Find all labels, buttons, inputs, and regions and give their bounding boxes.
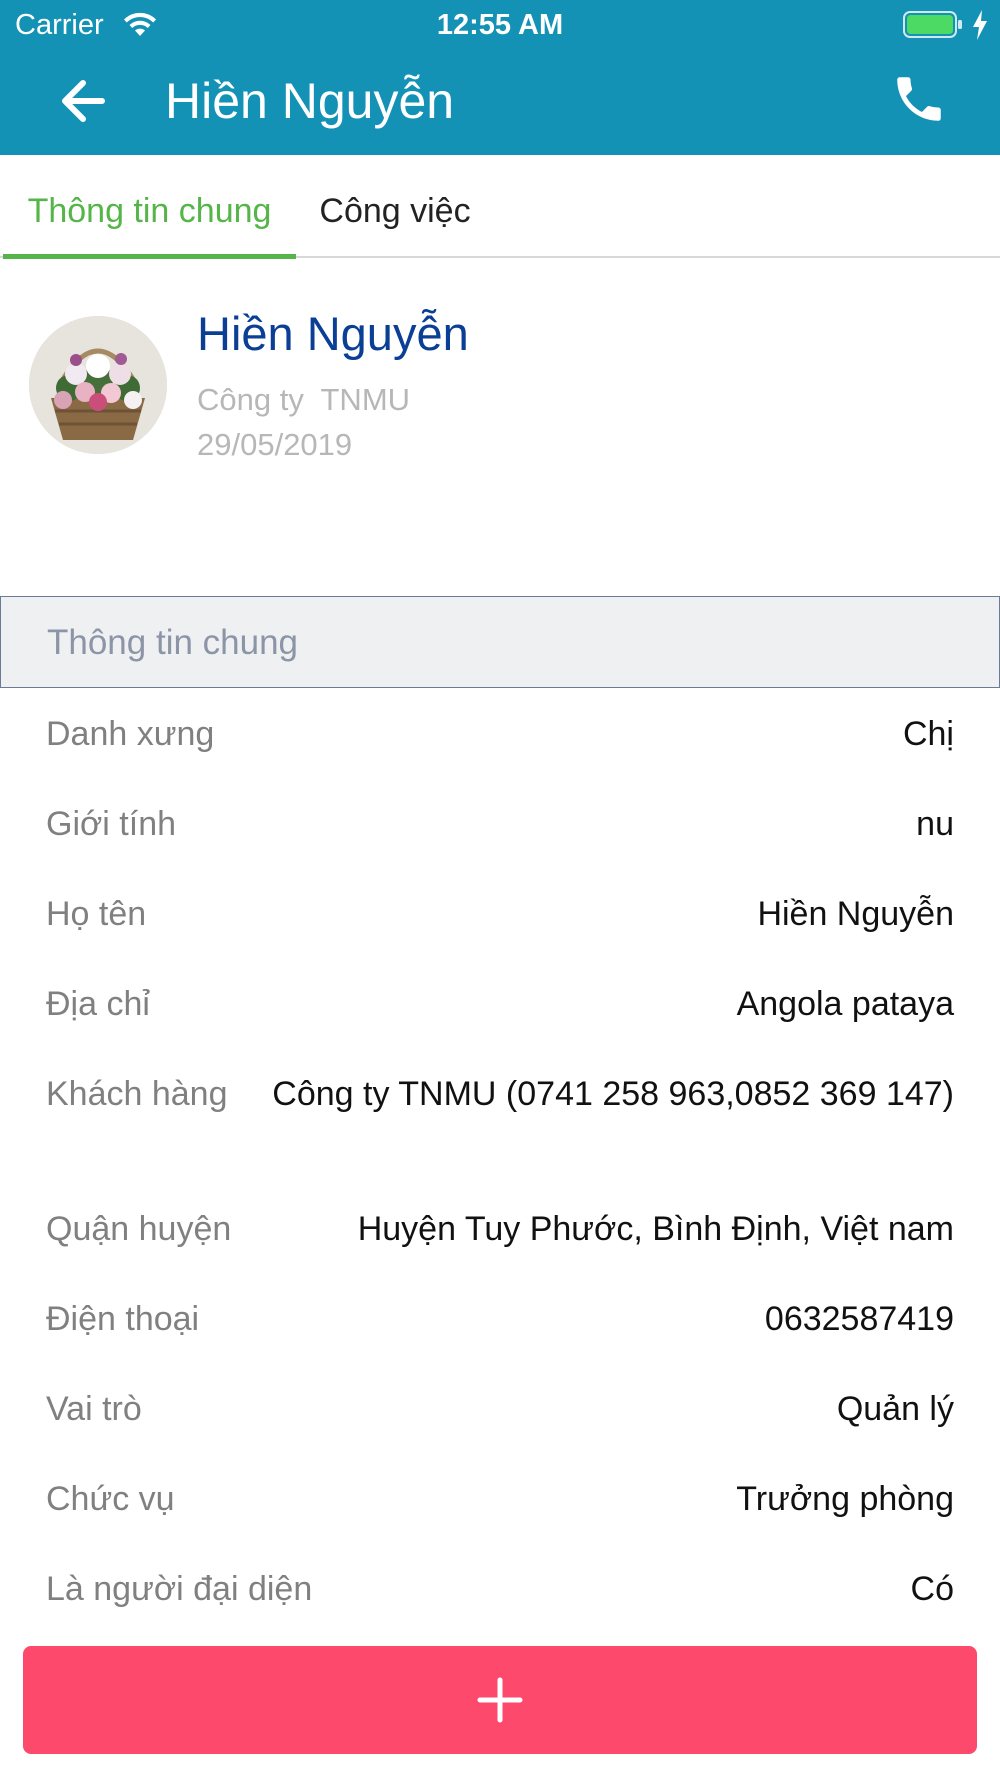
avatar (29, 316, 167, 454)
row-value: Angola pataya (736, 985, 954, 1023)
info-row-full-name: Họ tên Hiền Nguyễn (0, 868, 1000, 958)
info-row-position: Chức vụ Trưởng phòng (0, 1453, 1000, 1543)
row-label: Là người đại diện (46, 1570, 313, 1608)
row-label: Giới tính (46, 805, 177, 843)
battery-icon (903, 11, 962, 38)
status-bar: Carrier 12:55 AM (0, 0, 1000, 50)
row-value: Quản lý (836, 1390, 954, 1428)
section-title: Thông tin chung (47, 623, 299, 662)
profile-company: Công ty TNMU (197, 382, 411, 417)
back-button[interactable] (50, 68, 116, 134)
info-list: Danh xưng Chị Giới tính nu Họ tên Hiền N… (0, 688, 1000, 1633)
row-label: Điện thoại (46, 1300, 200, 1338)
info-row-representative: Là người đại diện Có (0, 1543, 1000, 1633)
row-value: Công ty TNMU (0741 258 963,0852 369 147) (272, 1075, 954, 1113)
add-button[interactable] (23, 1646, 977, 1754)
arrow-left-icon (62, 80, 105, 122)
row-label: Địa chỉ (46, 985, 150, 1023)
row-value: Có (910, 1570, 954, 1608)
row-value: nu (916, 805, 954, 843)
row-label: Họ tên (46, 895, 147, 933)
tab-work[interactable]: Công việc (300, 155, 490, 258)
row-label: Danh xưng (46, 715, 215, 753)
info-row-role: Vai trò Quản lý (0, 1363, 1000, 1453)
row-value: Chị (902, 715, 954, 753)
info-row-salutation: Danh xưng Chị (0, 688, 1000, 778)
row-value: Huyện Tuy Phước, Bình Định, Việt nam (357, 1210, 954, 1248)
row-value: 0632587419 (764, 1300, 954, 1338)
info-row-gender: Giới tính nu (0, 778, 1000, 868)
tab-general-info[interactable]: Thông tin chung (3, 155, 296, 259)
info-row-customer: Khách hàng Công ty TNMU (0741 258 963,08… (0, 1048, 1000, 1183)
row-label: Quận huyện (46, 1210, 232, 1248)
page-title: Hiền Nguyễn (165, 73, 455, 129)
clock: 12:55 AM (436, 9, 564, 41)
section-header: Thông tin chung (0, 596, 1000, 688)
row-label: Chức vụ (46, 1480, 175, 1518)
flower-basket-image (29, 316, 167, 454)
info-row-phone: Điện thoại 0632587419 (0, 1273, 1000, 1363)
row-value: Trưởng phòng (736, 1480, 954, 1518)
charging-bolt-icon (973, 10, 987, 40)
row-label: Vai trò (46, 1390, 142, 1428)
profile-name: Hiền Nguyễn (197, 307, 469, 360)
tab-bar: Thông tin chung Công việc (0, 155, 1000, 259)
info-row-district: Quận huyện Huyện Tuy Phước, Bình Định, V… (0, 1183, 1000, 1273)
app-header: Carrier 12:55 AM Hiền Nguyễn (0, 0, 1000, 155)
row-value: Hiền Nguyễn (757, 895, 954, 933)
info-row-address: Địa chỉ Angola pataya (0, 958, 1000, 1048)
row-label: Khách hàng (46, 1075, 228, 1113)
profile-date: 29/05/2019 (197, 427, 353, 462)
contact-detail-screen: Carrier 12:55 AM Hiền Nguyễn Thông tin c… (0, 0, 1000, 1778)
plus-icon (477, 1677, 523, 1723)
call-button[interactable] (890, 70, 956, 136)
phone-icon (897, 77, 941, 121)
